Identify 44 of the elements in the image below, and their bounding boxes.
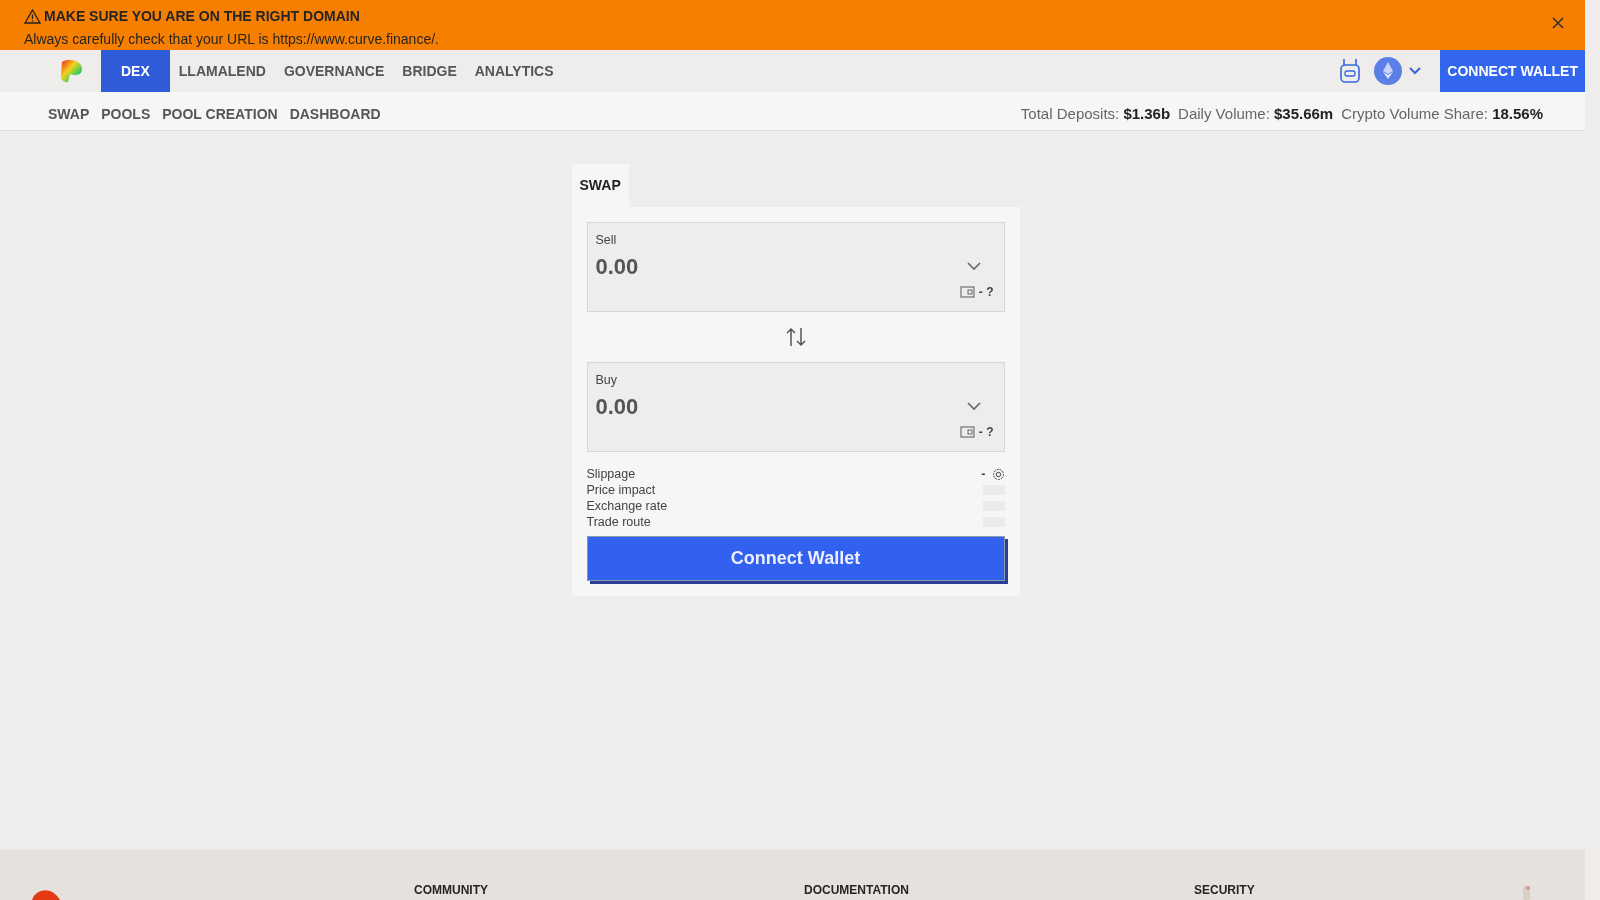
nav-tab[interactable]: LLAMALEND — [169, 50, 275, 92]
nav-tab[interactable]: BRIDGE — [393, 50, 466, 92]
stat-text: Daily Volume: $35.66m — [1178, 103, 1334, 124]
subnav-link[interactable]: DASHBOARD — [283, 104, 387, 125]
close-icon — [1551, 15, 1565, 30]
detail-label: Slippage — [586, 466, 636, 482]
footer-heading: SECURITY — [1194, 882, 1255, 899]
amount-input[interactable]: 0.00 — [595, 249, 896, 283]
detail-label: Price impact — [586, 482, 656, 498]
ethereum-icon — [1374, 57, 1403, 85]
chevron-down-icon — [1408, 66, 1423, 76]
detail-label: Exchange rate — [586, 498, 668, 514]
balance-text: - ? — [978, 423, 994, 441]
banner-title: MAKE SURE YOU ARE ON THE RIGHT DOMAIN — [44, 7, 360, 26]
subnav-link[interactable]: POOL CREATION — [156, 104, 284, 125]
amount-input[interactable]: 0.00 — [595, 389, 896, 423]
banner-message: Always carefully check that your URL is https://www.curve.finance/. — [24, 30, 440, 49]
wallet-icon — [959, 285, 975, 298]
field-label: Buy — [595, 372, 619, 389]
subnav-link[interactable]: POOLS — [95, 104, 157, 125]
detail-label: Trade route — [586, 514, 651, 530]
amount-field[interactable]: Buy 0.00 - ? — [586, 362, 1005, 452]
nav-tab[interactable]: ANALYTICS — [465, 50, 563, 92]
chevron-down-icon[interactable] — [965, 401, 982, 412]
network-selector[interactable] — [1374, 57, 1423, 85]
settings-icon[interactable] — [991, 467, 1005, 481]
footer-heading: DOCUMENTATION — [804, 882, 909, 899]
stat-text: Total Deposits: $1.36b — [1020, 103, 1171, 124]
balance-text: - ? — [978, 283, 994, 301]
warning-icon — [24, 9, 41, 24]
swap-arrows-icon[interactable] — [784, 326, 807, 348]
connect-wallet-button[interactable]: Connect Wallet — [586, 536, 1005, 581]
nav-tab[interactable]: DEX — [101, 50, 170, 92]
field-label: Sell — [595, 232, 618, 249]
swap-tab[interactable]: SWAP — [571, 164, 629, 207]
nav-tab[interactable]: GOVERNANCE — [274, 50, 394, 92]
wallet-icon — [959, 425, 975, 438]
stat-text: Crypto Volume Share: 18.56% — [1341, 103, 1543, 124]
chevron-down-icon[interactable] — [965, 261, 982, 272]
subnav-link[interactable]: SWAP — [42, 104, 96, 125]
connect-wallet-button[interactable]: CONNECT WALLET — [1440, 50, 1585, 92]
amount-field[interactable]: Sell 0.00 - ? — [586, 222, 1005, 312]
detail-value: - — [981, 466, 986, 482]
footer-heading: COMMUNITY — [414, 882, 488, 899]
